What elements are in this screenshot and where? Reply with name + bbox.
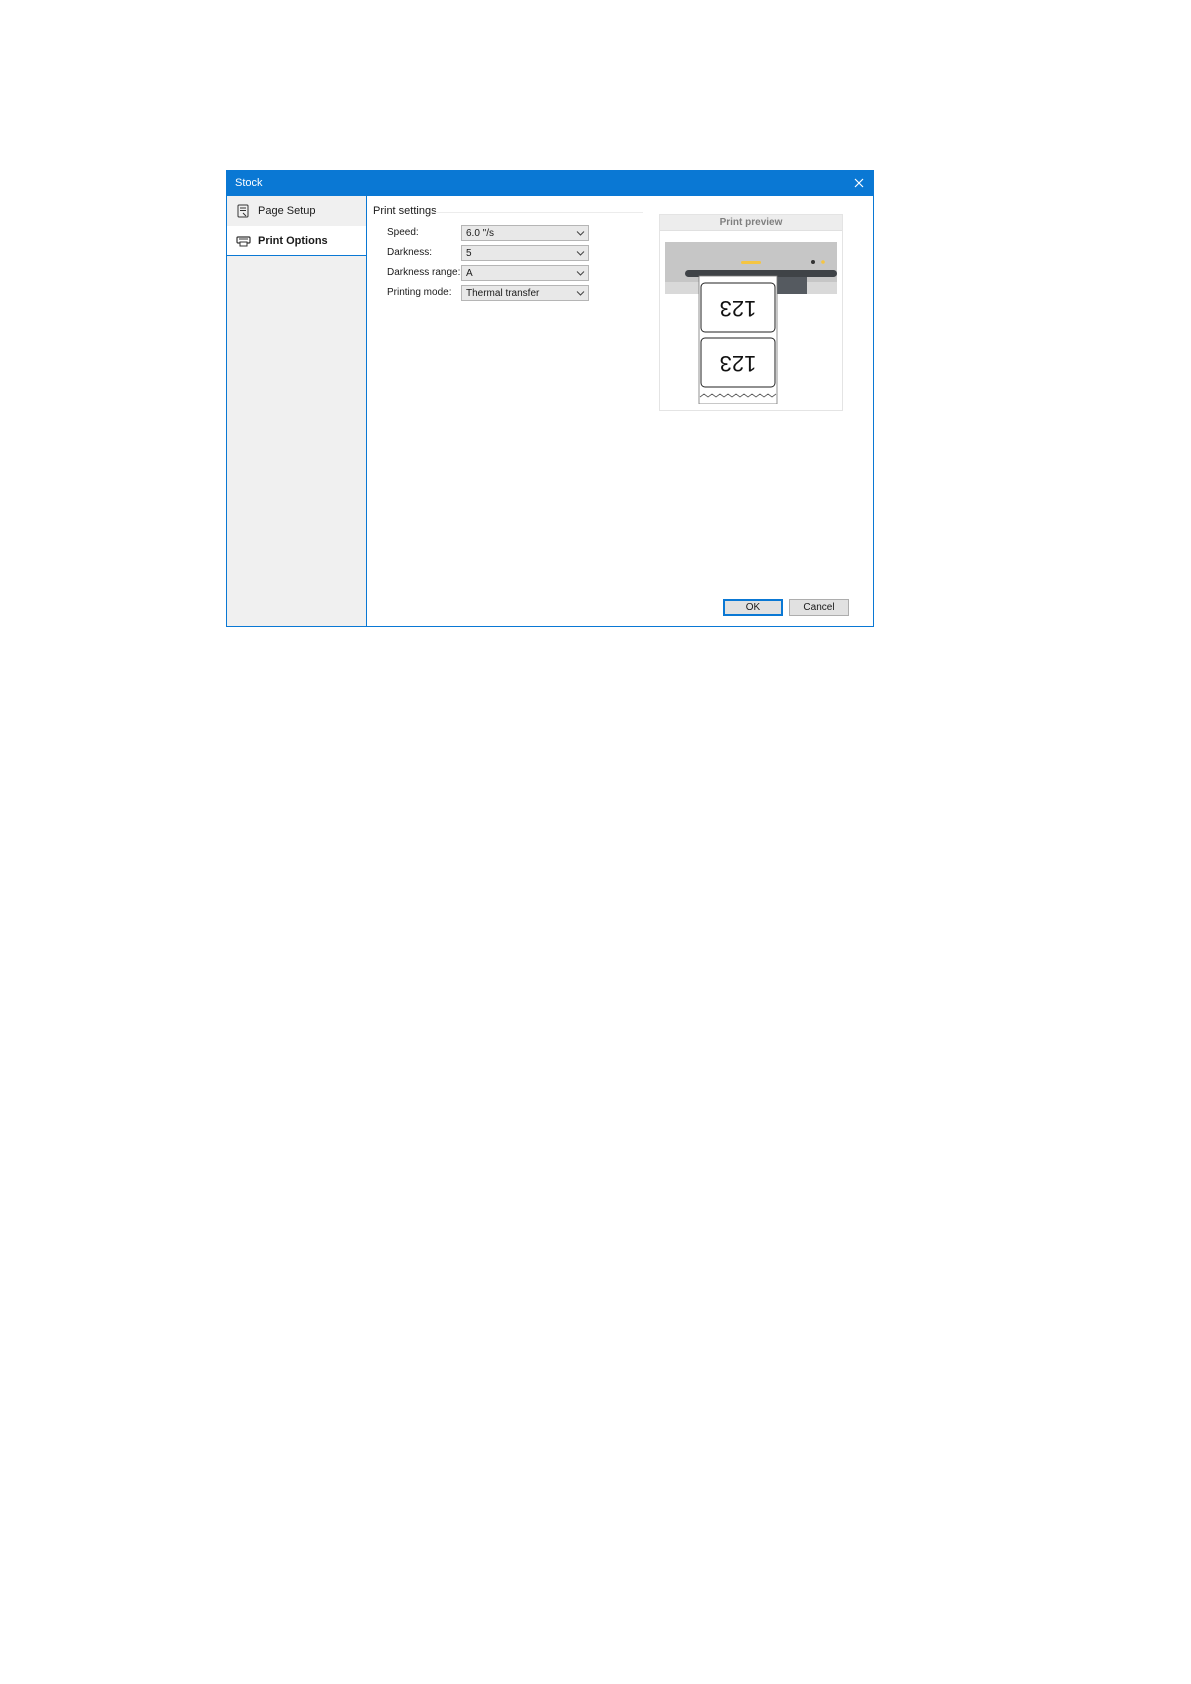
close-icon[interactable]: [851, 175, 867, 191]
print-preview-title: Print preview: [719, 217, 783, 228]
chevron-down-icon: [576, 231, 585, 236]
status-led: [741, 261, 761, 264]
darkness-value: 5: [466, 248, 472, 259]
sidebar-item-label: Print Options: [258, 235, 328, 247]
chevron-down-icon: [576, 251, 585, 256]
darkness-label: Darkness:: [387, 247, 433, 258]
speed-select[interactable]: 6.0 "/s: [461, 225, 589, 241]
speed-value: 6.0 "/s: [466, 228, 495, 239]
darkness-range-select[interactable]: A: [461, 265, 589, 281]
section-title: Print settings: [373, 205, 437, 217]
power-led: [811, 260, 815, 264]
chevron-down-icon: [576, 271, 585, 276]
section-divider: [433, 212, 643, 213]
sidebar-item-page-setup[interactable]: Page Setup: [227, 196, 366, 226]
print-preview-header: Print preview: [660, 215, 842, 231]
stock-dialog: Stock Page Setup Print Options Print set…: [226, 170, 874, 627]
speed-label: Speed:: [387, 227, 419, 238]
label-1-text: 123: [720, 296, 757, 321]
darkness-select[interactable]: 5: [461, 245, 589, 261]
chevron-down-icon: [576, 291, 585, 296]
sidebar-item-print-options[interactable]: Print Options: [227, 226, 366, 256]
cancel-button[interactable]: Cancel: [789, 599, 849, 616]
title-bar: Stock: [227, 171, 873, 196]
sidebar-item-label: Page Setup: [258, 205, 316, 217]
sidebar: Page Setup Print Options: [227, 196, 367, 626]
darkness-range-label: Darkness range:: [387, 267, 461, 278]
printing-mode-select[interactable]: Thermal transfer: [461, 285, 589, 301]
printing-mode-label: Printing mode:: [387, 287, 452, 298]
dialog-title: Stock: [235, 177, 263, 189]
print-preview-panel: Print preview 123 123: [659, 214, 843, 411]
ok-button[interactable]: OK: [723, 599, 783, 616]
page-setup-icon: [237, 204, 249, 218]
printing-mode-value: Thermal transfer: [466, 288, 540, 299]
darkness-range-value: A: [466, 268, 473, 279]
printer-preview-illustration: 123 123: [665, 242, 837, 404]
print-options-panel: Print settings Speed: 6.0 "/s Darkness: …: [367, 196, 873, 626]
printer-icon: [236, 236, 251, 247]
label-2-text: 123: [720, 351, 757, 376]
ready-led: [821, 260, 825, 264]
